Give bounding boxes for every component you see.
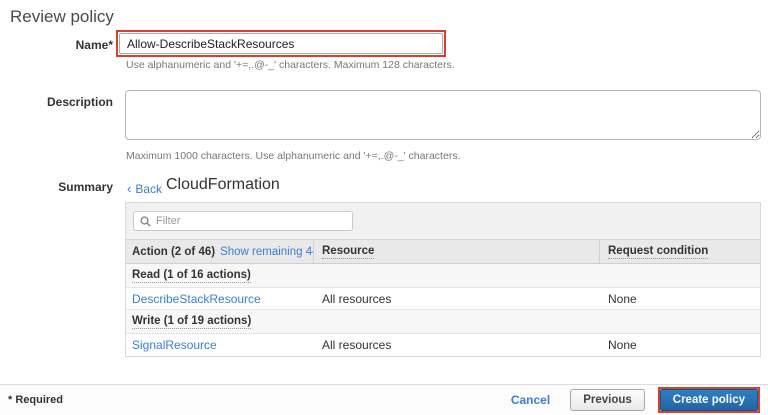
action-link-signalresource[interactable]: SignalResource	[132, 338, 217, 352]
group-row-read: Read (1 of 16 actions)	[126, 264, 760, 288]
name-help-text: Use alphanumeric and '+=,.@-_' character…	[126, 59, 455, 71]
name-label: Name*	[0, 38, 113, 52]
resource-header-label: Resource	[322, 245, 374, 259]
table-row: DescribeStackResource All resources None	[126, 288, 760, 310]
policy-description-textarea[interactable]	[125, 90, 761, 140]
previous-button[interactable]: Previous	[570, 389, 645, 411]
resource-cell: All resources	[314, 288, 600, 309]
show-remaining-link[interactable]: Show remaining 44	[220, 246, 314, 258]
policy-name-input[interactable]	[119, 33, 443, 54]
action-link-describestackresource[interactable]: DescribeStackResource	[132, 292, 261, 306]
condition-cell: None	[600, 288, 760, 309]
column-header-request-condition: Request condition	[600, 240, 760, 263]
filter-input[interactable]	[156, 215, 346, 227]
footer-bar: * Required Cancel Previous Create policy	[0, 384, 768, 415]
filter-input-wrap	[133, 211, 353, 231]
summary-label: Summary	[0, 180, 113, 194]
create-policy-highlight-annotation: Create policy	[658, 387, 760, 413]
column-header-resource: Resource	[314, 240, 600, 263]
summary-table-panel: Action (2 of 46) Show remaining 44 Resou…	[125, 202, 761, 357]
description-label: Description	[0, 95, 113, 109]
resource-cell: All resources	[314, 334, 600, 356]
service-title: CloudFormation	[166, 176, 280, 194]
group-row-write: Write (1 of 19 actions)	[126, 310, 760, 334]
table-header-row: Action (2 of 46) Show remaining 44 Resou…	[126, 239, 760, 264]
required-note: * Required	[8, 394, 63, 406]
chevron-left-icon: ‹	[127, 181, 131, 196]
back-link[interactable]: ‹ Back	[127, 181, 162, 196]
back-link-label: Back	[135, 182, 162, 196]
search-icon	[140, 216, 151, 227]
cancel-link[interactable]: Cancel	[511, 393, 550, 407]
action-count-label: Action (2 of 46)	[132, 246, 215, 258]
condition-cell: None	[600, 334, 760, 356]
request-condition-header-label: Request condition	[608, 245, 708, 259]
filter-bar	[126, 203, 760, 239]
write-group-label: Write (1 of 19 actions)	[132, 315, 251, 329]
description-help-text: Maximum 1000 characters. Use alphanumeri…	[126, 150, 460, 162]
table-row: SignalResource All resources None	[126, 334, 760, 356]
read-group-label: Read (1 of 16 actions)	[132, 269, 251, 283]
page-title: Review policy	[10, 7, 114, 27]
review-policy-page: Review policy Name* Use alphanumeric and…	[0, 0, 768, 415]
column-header-action: Action (2 of 46) Show remaining 44	[126, 240, 314, 263]
create-policy-button[interactable]: Create policy	[660, 389, 758, 411]
